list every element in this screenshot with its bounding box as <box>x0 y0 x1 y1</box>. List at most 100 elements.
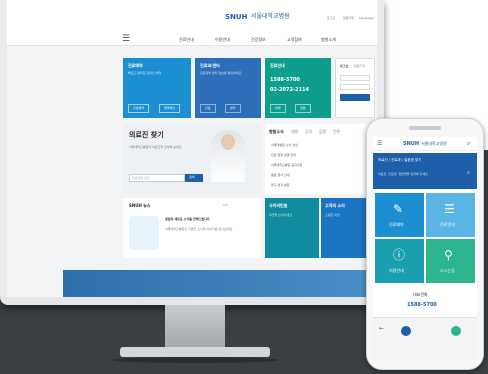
doctor-photo <box>211 130 245 182</box>
story-headline[interactable]: 병원의 새로운 소식을 전해드립니다 <box>165 218 210 221</box>
login-button[interactable] <box>340 94 370 101</box>
tile-departments-desc: 진료과와 센터 정보를 확인하세요 <box>200 71 242 75</box>
tile-info[interactable]: 진료안내 1588-5700 02-2072-2114 외래 입원 <box>265 58 331 118</box>
site-logo-kr[interactable]: 서울대학교병원 <box>251 14 290 20</box>
mobile-tile-directions[interactable]: ⚲ 오시는길 <box>426 239 475 283</box>
news-tab-1[interactable]: 채용 <box>291 130 298 134</box>
reserve-check-button[interactable]: 예약확인 <box>159 104 181 113</box>
doctor-search-panel: 의료진 찾기 서울대학교병원의 의료진을 검색해 보세요 의료진명 검색 검색 <box>123 124 261 194</box>
mobile-phone-number[interactable]: 1588-5700 <box>407 303 437 308</box>
mobile-menu-icon[interactable]: ☰ <box>377 141 382 147</box>
nav-item-use[interactable]: 이용안내 <box>215 38 230 42</box>
mobile-search-label: 의료진 / 진료과 / 질환명 찾기 <box>378 158 422 162</box>
signup-tab[interactable]: 회원가입 <box>354 65 365 68</box>
mobile-search-input[interactable]: 의료진, 진료과, 질환명을 입력해 주세요 <box>378 173 428 176</box>
desktop-monitor: SNUH 서울대학교병원 로그인 회원가입 Language ☰ 진료안내 이용… <box>0 0 384 305</box>
mobile-phone-label: 대표전화 <box>413 292 428 297</box>
nav-item-about[interactable]: 병원소개 <box>321 38 336 42</box>
center-button[interactable]: 센터 <box>225 104 241 113</box>
tile-cyber-title: 사이버민원 <box>269 203 288 208</box>
news-panel: 병원소식 채용 공지 입찰 언론 서울대병원 소식 안내 진료 일정 변경 안내… <box>265 124 375 194</box>
news-item[interactable]: 병원 행사 안내 <box>271 174 289 177</box>
mobile-search-icon[interactable]: ⌕ <box>467 141 470 147</box>
mobile-quick-icon-a[interactable] <box>401 326 411 336</box>
menu-icon[interactable]: ☰ <box>122 35 130 44</box>
site-logo[interactable]: SNUH <box>225 14 247 21</box>
desktop-screen: SNUH 서울대학교병원 로그인 회원가입 Language ☰ 진료안내 이용… <box>7 0 377 297</box>
footer-banner <box>63 270 377 297</box>
location-icon: ⚲ <box>444 248 453 262</box>
topbar-signup[interactable]: 회원가입 <box>343 17 354 20</box>
story-illustration <box>129 216 159 250</box>
login-tab[interactable]: 로그인 <box>340 65 348 68</box>
news-tab-0[interactable]: 병원소식 <box>269 130 284 134</box>
tile-reservation-desc: 빠르고 편리한 온라인 예약 <box>128 71 162 75</box>
mobile-bottom-panel: ← <box>373 317 477 359</box>
department-button[interactable]: 진료 <box>200 104 216 113</box>
topbar-language[interactable]: Language <box>359 17 374 20</box>
doctor-search-button[interactable]: 검색 <box>185 174 203 182</box>
list-icon: ☰ <box>444 202 455 216</box>
mobile-phone: ☰ SNUH 서울대학교병원 ⌕ 의료진 / 진료과 / 질환명 찾기 의료진,… <box>366 118 484 370</box>
tile-voice-title: 고객의 소리 <box>325 203 345 208</box>
login-box: 로그인 회원가입 <box>335 58 375 118</box>
tile-cyber[interactable]: 사이버민원 의견을 남겨주세요 <box>265 198 319 258</box>
mobile-tile-guide[interactable]: ⓘ 이용안내 <box>375 239 424 283</box>
news-item[interactable]: 진료 일정 변경 안내 <box>271 154 296 157</box>
nav-item-health[interactable]: 건강정보 <box>251 38 266 42</box>
tile-voice-desc: 소중한 의견 <box>325 213 340 217</box>
reserve-button[interactable]: 진료예약 <box>128 104 150 113</box>
doctor-search-input[interactable]: 의료진명 검색 <box>129 174 185 182</box>
tile-info-phone2: 02-2072-2114 <box>270 87 309 93</box>
tile-reservation-title: 진료예약 <box>128 63 143 68</box>
topbar-login[interactable]: 로그인 <box>327 17 335 20</box>
phone-speaker <box>409 126 441 130</box>
tile-info-title: 진료안내 <box>270 63 285 68</box>
doctor-search-title: 의료진 찾기 <box>129 131 164 139</box>
news-item[interactable]: 서울대병원 소식 안내 <box>271 144 298 147</box>
story-panel: SNUH 뉴스 1/3 병원의 새로운 소식을 전해드립니다 서울대학교병원의 … <box>123 198 261 258</box>
news-tab-3[interactable]: 입찰 <box>319 130 326 134</box>
mobile-tile-label: 진료안내 <box>440 222 455 227</box>
mobile-prev-arrow-icon[interactable]: ← <box>379 326 384 332</box>
story-body: 서울대학교병원의 다양한 소식과 이야기를 만나보세요 <box>165 227 233 231</box>
info-icon: ⓘ <box>393 248 406 262</box>
mobile-quick-icon-b[interactable] <box>451 326 461 336</box>
main-nav <box>7 26 377 46</box>
mobile-search-panel: 의료진 / 진료과 / 질환명 찾기 의료진, 진료과, 질환명을 입력해 주세… <box>373 153 477 189</box>
mobile-tile-label: 이용안내 <box>389 268 404 273</box>
mobile-tile-reservation[interactable]: ✎ 진료예약 <box>375 193 424 237</box>
mobile-screen: ☰ SNUH 서울대학교병원 ⌕ 의료진 / 진료과 / 질환명 찾기 의료진,… <box>373 137 477 359</box>
doctor-search-placeholder: 의료진명 검색 <box>132 176 150 180</box>
monitor-chin <box>0 297 384 305</box>
login-id-field[interactable] <box>340 75 370 81</box>
tile-info-phone1: 1588-5700 <box>270 77 300 83</box>
reservation-icon: ✎ <box>393 202 404 216</box>
login-pw-field[interactable] <box>340 84 370 90</box>
tile-departments-title: 진료과/센터 <box>200 63 220 68</box>
tile-cyber-desc: 의견을 남겨주세요 <box>269 213 293 217</box>
nav-item-customer[interactable]: 고객참여 <box>287 38 302 42</box>
mobile-tile-info[interactable]: ☰ 진료안내 <box>426 193 475 237</box>
mobile-logo-kr[interactable]: 서울대학교병원 <box>421 142 447 146</box>
nav-item-care[interactable]: 진료안내 <box>179 38 194 42</box>
mobile-search-button-icon[interactable]: ⌕ <box>467 171 470 176</box>
monitor-foot <box>120 347 270 357</box>
inpatient-button[interactable]: 입원 <box>295 104 311 113</box>
tile-reservation[interactable]: 진료예약 빠르고 편리한 온라인 예약 진료예약 예약확인 <box>123 58 191 118</box>
monitor-shadow <box>112 357 278 363</box>
outpatient-button[interactable]: 외래 <box>270 104 286 113</box>
mobile-tile-label: 오시는길 <box>440 268 455 273</box>
monitor-stand <box>165 305 225 347</box>
news-tab-2[interactable]: 공지 <box>305 130 312 134</box>
mobile-logo[interactable]: SNUH <box>403 142 419 147</box>
story-pager[interactable]: 1/3 <box>223 204 228 207</box>
mobile-tile-label: 진료예약 <box>389 222 404 227</box>
news-item[interactable]: 연구 성과 발표 <box>271 184 289 187</box>
site-header <box>7 0 377 26</box>
doctor-head <box>221 134 235 150</box>
news-item[interactable]: 서울대학교병원 공지사항 <box>271 164 302 167</box>
doctor-search-desc: 서울대학교병원의 의료진을 검색해 보세요 <box>129 145 182 149</box>
tile-departments[interactable]: 진료과/센터 진료과와 센터 정보를 확인하세요 진료 센터 <box>195 58 261 118</box>
news-tab-4[interactable]: 언론 <box>333 130 340 134</box>
